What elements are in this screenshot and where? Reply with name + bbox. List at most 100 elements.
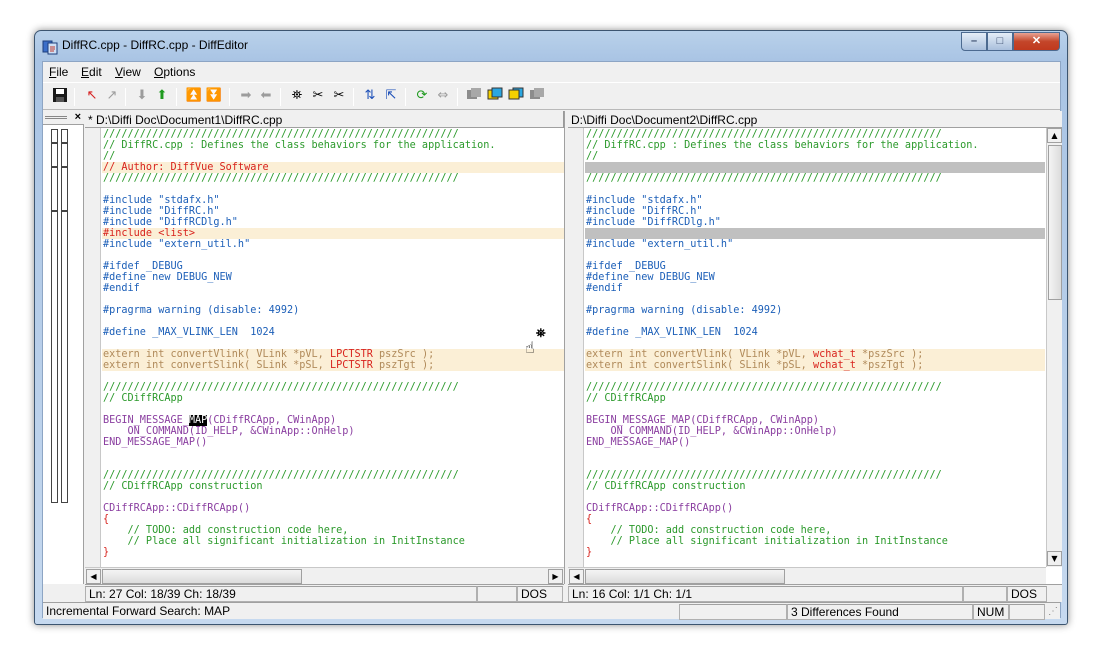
resize-grip-icon[interactable]: ⋰ bbox=[1048, 606, 1058, 617]
code-line[interactable] bbox=[585, 250, 1045, 261]
code-line[interactable]: // TODO: add construction code here, bbox=[585, 525, 1045, 536]
code-line[interactable]: #ifdef _DEBUG bbox=[102, 261, 564, 272]
copy-left-icon[interactable]: ⬅ bbox=[257, 87, 275, 105]
code-line[interactable]: extern int convertVlink( VLink *pVL, wch… bbox=[585, 349, 1045, 360]
menu-file[interactable]: File bbox=[49, 65, 68, 79]
code-line[interactable]: #define new DEBUG_NEW bbox=[585, 272, 1045, 283]
code-line[interactable]: #include "DiffRCDlg.h" bbox=[585, 217, 1045, 228]
code-line[interactable]: #define _MAX_VLINK_LEN 1024 bbox=[102, 327, 564, 338]
title-bar[interactable]: DiffRC.cpp - DiffRC.cpp - DiffEditor – □… bbox=[35, 31, 1067, 61]
prev-diff-up-icon[interactable]: ⬆ bbox=[153, 87, 171, 105]
code-line[interactable]: BEGIN_MESSAGE_MAP(CDiffRCApp, CWinApp) bbox=[102, 415, 564, 426]
code-line[interactable]: ////////////////////////////////////////… bbox=[585, 382, 1045, 393]
code-line[interactable]: // DiffRC.cpp : Defines the class behavi… bbox=[585, 140, 1045, 151]
code-line[interactable]: BEGIN_MESSAGE_MAP(CDiffRCApp, CWinApp) bbox=[585, 415, 1045, 426]
code-line[interactable]: ////////////////////////////////////////… bbox=[102, 173, 564, 184]
diff-map-left-track[interactable] bbox=[51, 129, 58, 503]
view-1-icon[interactable] bbox=[465, 87, 483, 105]
code-line[interactable]: CDiffRCApp::CDiffRCApp() bbox=[585, 503, 1045, 514]
code-line[interactable]: ////////////////////////////////////////… bbox=[585, 470, 1045, 481]
code-line[interactable]: #endif bbox=[585, 283, 1045, 294]
code-line[interactable] bbox=[102, 338, 564, 349]
left-code-view[interactable]: ////////////////////////////////////////… bbox=[102, 128, 564, 567]
code-line[interactable] bbox=[102, 492, 564, 503]
code-line[interactable] bbox=[585, 162, 1045, 173]
code-line[interactable]: // bbox=[102, 151, 564, 162]
code-line[interactable] bbox=[102, 459, 564, 470]
code-line[interactable]: ////////////////////////////////////////… bbox=[102, 382, 564, 393]
code-line[interactable]: #include "DiffRC.h" bbox=[102, 206, 564, 217]
code-line[interactable]: ////////////////////////////////////////… bbox=[102, 470, 564, 481]
vertical-scrollbar[interactable]: ▲ ▼ bbox=[1046, 128, 1062, 567]
close-button[interactable]: ✕ bbox=[1013, 32, 1060, 51]
minimize-button[interactable]: – bbox=[961, 32, 987, 51]
code-line[interactable]: #include "extern_util.h" bbox=[102, 239, 564, 250]
code-line[interactable] bbox=[585, 294, 1045, 305]
code-line[interactable]: CDiffRCApp::CDiffRCApp() bbox=[102, 503, 564, 514]
last-change-down-icon[interactable]: ⏬ bbox=[205, 87, 223, 105]
view-4-icon[interactable] bbox=[528, 87, 546, 105]
find-next-icon[interactable]: ✂ bbox=[309, 87, 327, 105]
code-line[interactable] bbox=[585, 316, 1045, 327]
code-line[interactable]: { bbox=[102, 514, 564, 525]
code-line[interactable]: // bbox=[585, 151, 1045, 162]
code-line[interactable]: #define new DEBUG_NEW bbox=[102, 272, 564, 283]
swap-icon[interactable]: ⇅ bbox=[361, 87, 379, 105]
goto-icon[interactable]: ⇱ bbox=[382, 87, 400, 105]
code-line[interactable]: // DiffRC.cpp : Defines the class behavi… bbox=[102, 140, 564, 151]
menu-view[interactable]: View bbox=[115, 65, 141, 79]
code-line[interactable]: ////////////////////////////////////////… bbox=[585, 129, 1045, 140]
code-line[interactable] bbox=[102, 448, 564, 459]
code-line[interactable]: END_MESSAGE_MAP() bbox=[585, 437, 1045, 448]
code-line[interactable]: } bbox=[585, 547, 1045, 558]
view-2-icon[interactable] bbox=[486, 87, 504, 105]
code-line[interactable]: extern int convertSlink( SLink *pSL, wch… bbox=[585, 360, 1045, 371]
find-prev-icon[interactable]: ✂ bbox=[330, 87, 348, 105]
code-line[interactable]: extern int convertVlink( VLink *pVL, LPC… bbox=[102, 349, 564, 360]
code-line[interactable]: #include "extern_util.h" bbox=[585, 239, 1045, 250]
first-change-up-icon[interactable]: ⏫ bbox=[185, 87, 203, 105]
code-line[interactable] bbox=[102, 404, 564, 415]
code-line[interactable] bbox=[585, 338, 1045, 349]
diff-map-panel[interactable]: × bbox=[43, 111, 84, 584]
code-line[interactable] bbox=[585, 371, 1045, 382]
code-line[interactable]: #include "stdafx.h" bbox=[102, 195, 564, 206]
code-line[interactable]: // Author: DiffVue Software bbox=[102, 162, 564, 173]
maximize-button[interactable]: □ bbox=[987, 32, 1013, 51]
code-line[interactable]: // CDiffRCApp construction bbox=[102, 481, 564, 492]
scroll-up-icon[interactable]: ▲ bbox=[1047, 128, 1062, 143]
copy-right-icon[interactable]: ➡ bbox=[237, 87, 255, 105]
code-line[interactable]: // Place all significant initialization … bbox=[102, 536, 564, 547]
code-line[interactable] bbox=[102, 371, 564, 382]
code-line[interactable]: #include "DiffRC.h" bbox=[585, 206, 1045, 217]
code-line[interactable]: #endif bbox=[102, 283, 564, 294]
code-line[interactable]: #pragrma warning (disable: 4992) bbox=[585, 305, 1045, 316]
right-code-view[interactable]: ////////////////////////////////////////… bbox=[585, 128, 1045, 567]
diff-map-right-track[interactable] bbox=[61, 129, 68, 503]
scroll-thumb[interactable] bbox=[585, 569, 785, 584]
code-line[interactable]: ON_COMMAND(ID_HELP, &CWinApp::OnHelp) bbox=[585, 426, 1045, 437]
code-line[interactable]: #include "stdafx.h" bbox=[585, 195, 1045, 206]
sync-icon[interactable]: ⇔ bbox=[434, 87, 452, 105]
save-icon[interactable] bbox=[51, 87, 69, 105]
menu-options[interactable]: Options bbox=[154, 65, 195, 79]
left-horizontal-scrollbar[interactable]: ◀ ▶ bbox=[85, 567, 564, 584]
code-line[interactable]: ON_COMMAND(ID_HELP, &CWinApp::OnHelp) bbox=[102, 426, 564, 437]
code-line[interactable]: #pragrma warning (disable: 4992) bbox=[102, 305, 564, 316]
code-line[interactable]: extern int convertSlink( SLink *pSL, LPC… bbox=[102, 360, 564, 371]
code-line[interactable]: #define _MAX_VLINK_LEN 1024 bbox=[585, 327, 1045, 338]
code-line[interactable] bbox=[585, 448, 1045, 459]
menu-edit[interactable]: Edit bbox=[81, 65, 102, 79]
right-horizontal-scrollbar[interactable]: ◀ bbox=[568, 567, 1046, 584]
code-line[interactable] bbox=[102, 184, 564, 195]
refresh-icon[interactable]: ⟳ bbox=[413, 87, 431, 105]
first-diff-icon[interactable]: ↖ bbox=[83, 87, 101, 105]
code-line[interactable]: ////////////////////////////////////////… bbox=[102, 129, 564, 140]
code-line[interactable] bbox=[585, 184, 1045, 195]
code-line[interactable]: #include <list> bbox=[102, 228, 564, 239]
scroll-left-icon[interactable]: ◀ bbox=[86, 569, 101, 584]
scroll-right-icon[interactable]: ▶ bbox=[548, 569, 563, 584]
scroll-left-icon[interactable]: ◀ bbox=[569, 569, 584, 584]
code-line[interactable] bbox=[585, 228, 1045, 239]
code-line[interactable] bbox=[585, 459, 1045, 470]
